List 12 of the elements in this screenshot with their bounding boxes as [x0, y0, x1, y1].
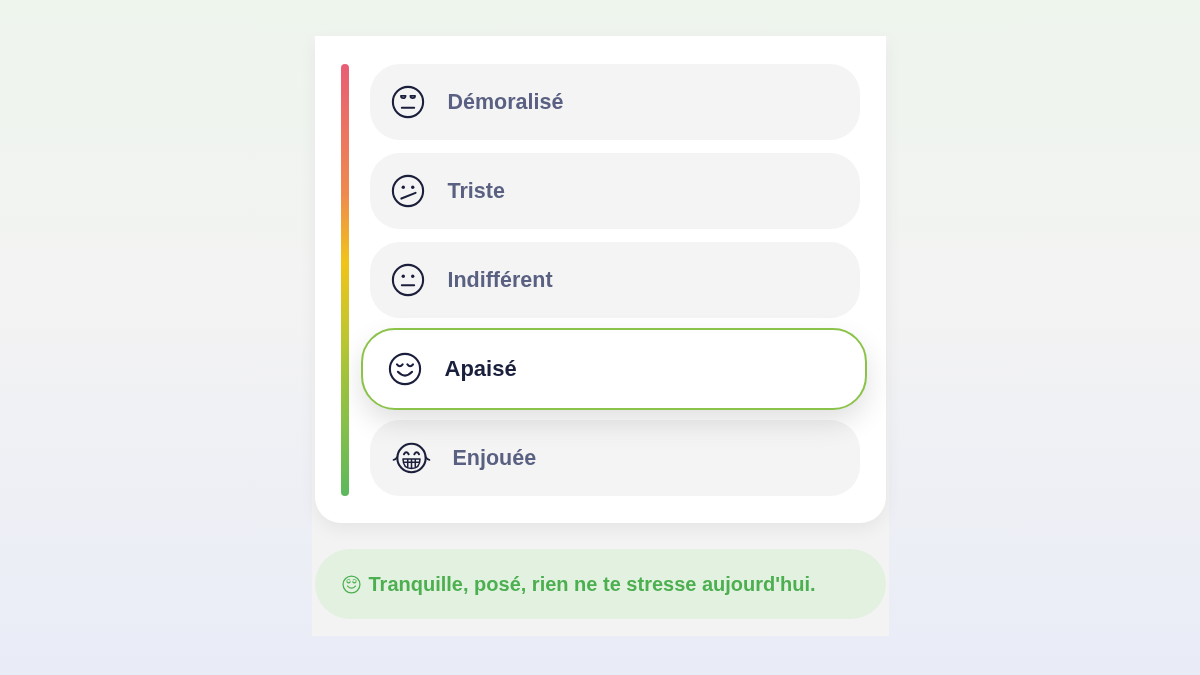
mood-option[interactable]: Indifférent	[369, 242, 860, 318]
mood-option[interactable]: Triste	[369, 153, 860, 229]
smiling-face-icon	[341, 574, 361, 594]
grinning-face-icon	[390, 441, 432, 475]
mood-option[interactable]: Démoralisé	[369, 64, 860, 140]
smiling-face-icon	[387, 352, 422, 386]
mood-option[interactable]: Apaisé	[360, 328, 867, 410]
confused-face-icon	[390, 174, 425, 208]
mood-message-text: Tranquille, posé, rien ne te stresse aujourd'hui.	[368, 572, 816, 596]
mood-option[interactable]: Enjouée	[369, 420, 860, 496]
downcast-face-icon	[390, 85, 425, 119]
neutral-face-icon	[390, 263, 425, 297]
